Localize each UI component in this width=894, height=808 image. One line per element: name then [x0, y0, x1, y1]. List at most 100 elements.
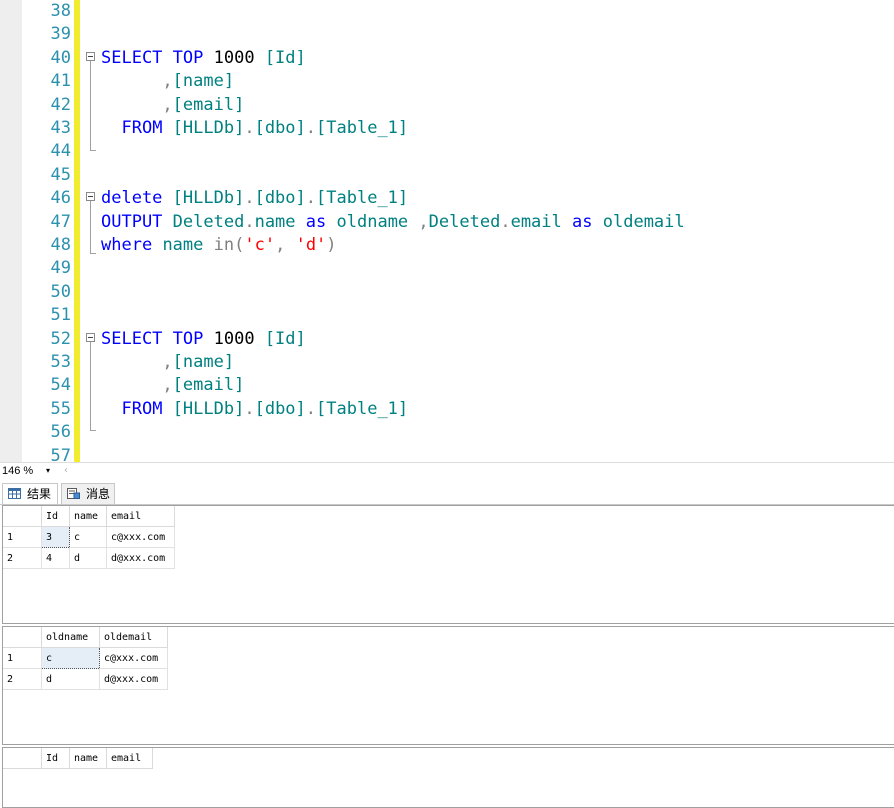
code-token: .: [305, 398, 317, 419]
code-token: SELECT: [101, 328, 163, 349]
code-token: [Table_1]: [316, 398, 409, 419]
chevron-down-icon[interactable]: ▾: [46, 463, 50, 479]
code-line[interactable]: where name in('c', 'd'): [101, 234, 337, 257]
column-header[interactable]: oldname: [41, 627, 100, 648]
code-token: TOP: [172, 328, 204, 349]
column-header[interactable]: Id: [41, 506, 70, 527]
row-selector-header[interactable]: [3, 506, 42, 527]
code-token: Deleted: [172, 211, 245, 232]
message-icon: [67, 488, 80, 499]
row-selector-header[interactable]: [3, 627, 42, 648]
row-number[interactable]: 1: [3, 647, 42, 669]
zoom-level: 146 %: [2, 465, 34, 477]
line-number: 41: [50, 71, 71, 92]
column-header[interactable]: Id: [41, 748, 70, 769]
table-row[interactable]: 2 d d@xxx.com: [3, 668, 168, 690]
column-header[interactable]: oldemail: [99, 627, 168, 648]
grid-icon: [8, 488, 21, 499]
row-number[interactable]: 2: [3, 547, 42, 569]
editor-left-margin: [0, 0, 22, 462]
table-row[interactable]: 2 4 d d@xxx.com: [3, 547, 175, 569]
code-line[interactable]: SELECT TOP 1000 [Id]: [101, 328, 306, 351]
code-line[interactable]: ,[name]: [101, 70, 234, 93]
code-line[interactable]: ,[email]: [101, 374, 244, 397]
selected-cell[interactable]: c: [41, 647, 100, 669]
line-number: 51: [50, 305, 71, 326]
fold-guide: [90, 342, 91, 430]
result-table: Id name email: [3, 748, 153, 769]
code-token: [name]: [172, 352, 235, 372]
table-cell[interactable]: c@xxx.com: [99, 647, 168, 669]
fold-guide-end: [90, 430, 96, 431]
code-line[interactable]: OUTPUT Deleted.name as oldname ,Deleted.…: [101, 211, 685, 234]
result-grid[interactable]: Id name email: [2, 747, 894, 808]
collapse-block-icon[interactable]: [86, 52, 95, 61]
code-token: .: [305, 188, 317, 209]
line-number: 38: [50, 1, 71, 21]
code-token: ): [326, 235, 337, 255]
scroll-left-icon[interactable]: ‹: [63, 463, 69, 478]
collapse-block-icon[interactable]: [86, 333, 95, 342]
table-row[interactable]: 1 3 c c@xxx.com: [3, 526, 175, 548]
row-number[interactable]: 2: [3, 668, 42, 690]
tab-results[interactable]: 结果: [2, 483, 58, 505]
column-header[interactable]: email: [106, 748, 153, 769]
grid-header-row: oldname oldemail: [3, 627, 168, 648]
table-cell[interactable]: d@xxx.com: [99, 668, 168, 690]
code-token: ,: [162, 71, 173, 92]
selected-cell[interactable]: 3: [41, 526, 70, 548]
code-line[interactable]: FROM [HLLDb].[dbo].[Table_1]: [101, 117, 408, 140]
code-token: [email]: [172, 94, 245, 115]
code-line[interactable]: SELECT TOP 1000 [Id]: [101, 47, 306, 70]
table-cell[interactable]: c@xxx.com: [106, 526, 175, 548]
table-cell[interactable]: c: [69, 526, 107, 548]
table-cell[interactable]: 4: [41, 547, 70, 569]
table-cell[interactable]: d: [41, 668, 100, 690]
table-cell[interactable]: d: [69, 547, 107, 569]
result-grid[interactable]: Id name email 1 3 c c@xxx.com 2 4 d d@xx…: [2, 505, 894, 624]
table-row[interactable]: 1 c c@xxx.com: [3, 647, 168, 669]
code-line[interactable]: FROM [HLLDb].[dbo].[Table_1]: [101, 398, 408, 421]
line-number: 45: [50, 164, 71, 185]
code-token: TOP: [172, 47, 204, 68]
result-table: oldname oldemail 1 c c@xxx.com 2 d d@xxx…: [3, 627, 168, 690]
row-number[interactable]: 1: [3, 526, 42, 548]
tab-messages[interactable]: 消息: [61, 483, 115, 505]
code-token: [Table_1]: [316, 188, 409, 209]
code-line[interactable]: ,[email]: [101, 94, 244, 117]
code-token: ,: [418, 211, 429, 232]
zoom-selector[interactable]: 146 % ▾: [0, 463, 60, 479]
collapse-block-icon[interactable]: [86, 192, 95, 201]
fold-guide-end: [90, 253, 96, 254]
code-line[interactable]: ,[name]: [101, 351, 234, 374]
column-header[interactable]: email: [106, 506, 175, 527]
row-selector-header[interactable]: [3, 748, 42, 769]
code-token: name: [162, 235, 204, 255]
code-token: [Id]: [264, 328, 306, 349]
query-editor[interactable]: 38 39 40 41 42 43 44 45 46 47 48 49 50 51 52 53 54 55 56 57…: [0, 0, 894, 462]
code-token: FROM: [121, 118, 163, 138]
code-token: 1000: [203, 47, 265, 68]
column-header[interactable]: name: [69, 506, 107, 527]
code-line[interactable]: delete [HLLDb].[dbo].[Table_1]: [101, 187, 408, 210]
code-text-area[interactable]: SELECT TOP 1000 [Id] ,[name] ,[email] FR…: [101, 0, 894, 462]
table-cell[interactable]: d@xxx.com: [106, 547, 175, 569]
code-token: .: [244, 398, 255, 419]
code-token: SELECT: [101, 47, 163, 68]
fold-guide-end: [90, 150, 96, 151]
line-number: 50: [50, 281, 71, 302]
result-grid[interactable]: oldname oldemail 1 c c@xxx.com 2 d d@xxx…: [2, 626, 894, 745]
code-token: [Table_1]: [316, 118, 409, 138]
tab-messages-label: 消息: [86, 487, 111, 501]
line-number: 39: [50, 24, 71, 45]
column-header[interactable]: name: [69, 748, 107, 769]
code-token: ,: [162, 352, 173, 372]
code-token: .: [244, 211, 255, 232]
